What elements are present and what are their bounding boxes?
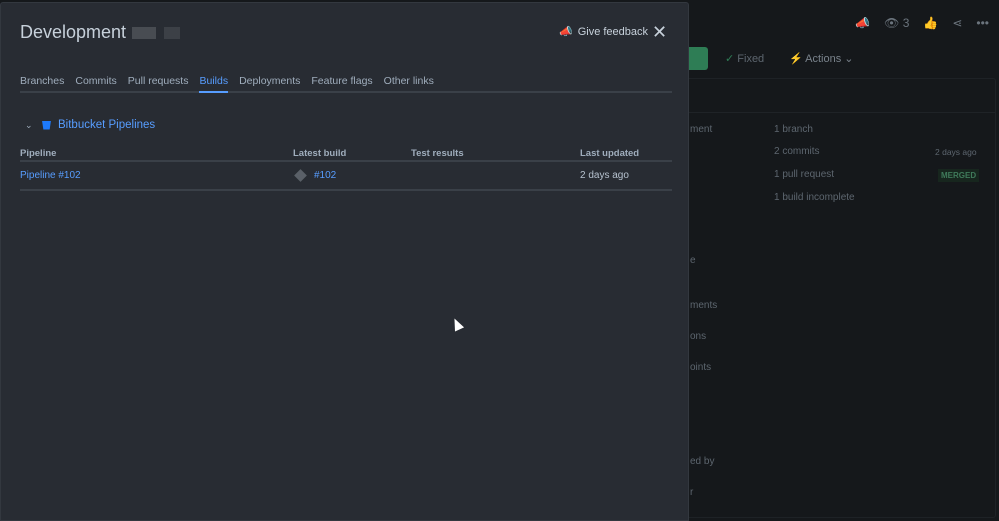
- tab-bar: Branches Commits Pull requests Builds De…: [20, 75, 672, 93]
- table-row: Pipeline #102 #102 2 days ago: [20, 161, 672, 191]
- summary-branch[interactable]: 1 branch: [774, 124, 813, 135]
- section-title: Bitbucket Pipelines: [58, 119, 156, 131]
- column-header: Test results: [411, 146, 580, 162]
- tab-commits[interactable]: Commits: [75, 75, 116, 93]
- build-link[interactable]: #102: [314, 170, 336, 181]
- field-label: e: [690, 255, 696, 266]
- more-icon[interactable]: •••: [976, 16, 989, 30]
- modal-title: Development: [20, 22, 213, 43]
- development-modal: Development 📣 Give feedback ✕ Branches Co…: [0, 2, 689, 521]
- megaphone-icon[interactable]: 📣: [855, 16, 870, 30]
- column-header: Pipeline: [20, 146, 293, 162]
- tab-deployments[interactable]: Deployments: [239, 75, 300, 93]
- field-label: ons: [690, 331, 707, 342]
- test-results: [411, 161, 580, 191]
- issue-toolbar: 📣 👁 3 👍 ⋖ •••: [855, 16, 989, 30]
- tab-other-links[interactable]: Other links: [384, 75, 434, 93]
- build-incomplete-icon: [294, 168, 307, 182]
- column-header: Last updated: [580, 146, 672, 162]
- fixed-label[interactable]: ✓ Fixed: [725, 52, 764, 65]
- field-label: oints: [690, 362, 712, 373]
- summary-build[interactable]: 1 build incomplete: [774, 192, 855, 203]
- actions-button[interactable]: ⚡ Actions ⌄: [789, 52, 854, 65]
- column-header: Latest build: [293, 146, 411, 162]
- pipeline-link[interactable]: Pipeline #102: [20, 170, 81, 181]
- field-label: ed by: [690, 456, 715, 467]
- watch-button[interactable]: 👁 3: [884, 16, 909, 30]
- tab-pull-requests[interactable]: Pull requests: [128, 75, 189, 93]
- tab-feature-flags[interactable]: Feature flags: [311, 75, 372, 93]
- close-icon[interactable]: ✕: [652, 22, 667, 43]
- last-updated: 2 days ago: [580, 161, 672, 191]
- feedback-label: Give feedback: [577, 25, 649, 38]
- like-icon[interactable]: 👍: [923, 16, 938, 30]
- megaphone-icon: 📣: [559, 26, 573, 38]
- builds-table: Pipeline Latest build Test results Last …: [20, 146, 672, 191]
- summary-commits[interactable]: 2 commits: [774, 146, 820, 157]
- redacted-key: [132, 27, 213, 40]
- share-icon[interactable]: ⋖: [952, 16, 962, 30]
- section-header[interactable]: ⌄ Bitbucket Pipelines: [25, 119, 155, 131]
- development-panel: [682, 78, 996, 518]
- give-feedback-button[interactable]: 📣 Give feedback: [559, 25, 649, 39]
- check-icon: ✓: [725, 53, 735, 65]
- summary-pr[interactable]: 1 pull request: [774, 169, 834, 180]
- bitbucket-icon: [42, 120, 51, 130]
- tab-builds[interactable]: Builds: [199, 75, 229, 93]
- merged-badge: MERGED: [938, 169, 980, 182]
- field-label: ment: [690, 124, 713, 135]
- tab-branches[interactable]: Branches: [20, 75, 64, 93]
- chevron-down-icon[interactable]: ⌄: [25, 120, 35, 131]
- watch-count: 3: [902, 16, 910, 30]
- field-label: r: [690, 487, 694, 498]
- field-label: ments: [690, 300, 718, 311]
- summary-commits-date: 2 days ago: [935, 147, 977, 157]
